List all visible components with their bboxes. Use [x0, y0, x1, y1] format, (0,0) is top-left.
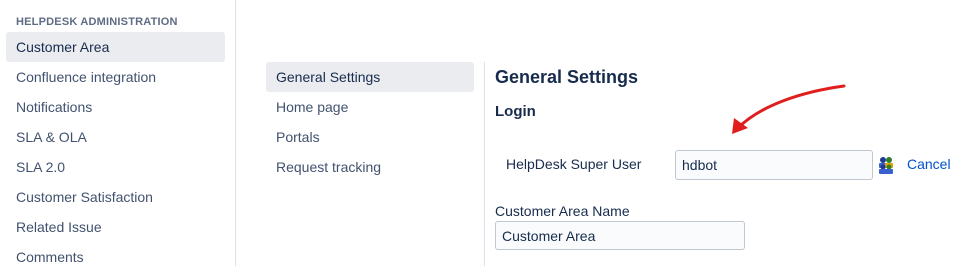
customer-area-name-input[interactable]	[495, 221, 745, 250]
sidebar-item-notifications[interactable]: Notifications	[6, 92, 225, 122]
red-curved-arrow-icon	[732, 84, 846, 134]
cancel-link[interactable]: Cancel	[907, 156, 951, 172]
sidebar-item-related-issue[interactable]: Related Issue	[6, 212, 225, 242]
nav-divider	[484, 62, 485, 266]
page-title: General Settings	[495, 67, 639, 87]
super-user-label: HelpDesk Super User	[506, 156, 642, 172]
sidebar-item-customer-area[interactable]: Customer Area	[6, 32, 225, 62]
nav-item-portals[interactable]: Portals	[266, 122, 474, 152]
sidebar-item-comments[interactable]: Comments	[6, 242, 225, 266]
nav-item-general-settings[interactable]: General Settings	[266, 62, 474, 92]
helpdesk-admin-sidebar: HELPDESK ADMINISTRATION Customer Area Co…	[0, 0, 236, 266]
nav-item-home-page[interactable]: Home page	[266, 92, 474, 122]
sidebar-item-sla-ola[interactable]: SLA & OLA	[6, 122, 225, 152]
settings-nav: General Settings Home page Portals Reque…	[266, 62, 474, 182]
nav-item-request-tracking[interactable]: Request tracking	[266, 152, 474, 182]
customer-area-name-label: Customer Area Name	[495, 203, 630, 219]
super-user-input[interactable]	[675, 150, 873, 180]
sidebar-item-sla-2[interactable]: SLA 2.0	[6, 152, 225, 182]
sidebar-heading: HELPDESK ADMINISTRATION	[16, 16, 178, 28]
user-picker-icon[interactable]	[878, 156, 894, 174]
sidebar-item-confluence-integration[interactable]: Confluence integration	[6, 62, 225, 92]
sidebar-item-customer-satisfaction[interactable]: Customer Satisfaction	[6, 182, 225, 212]
login-section-title: Login	[495, 103, 536, 120]
